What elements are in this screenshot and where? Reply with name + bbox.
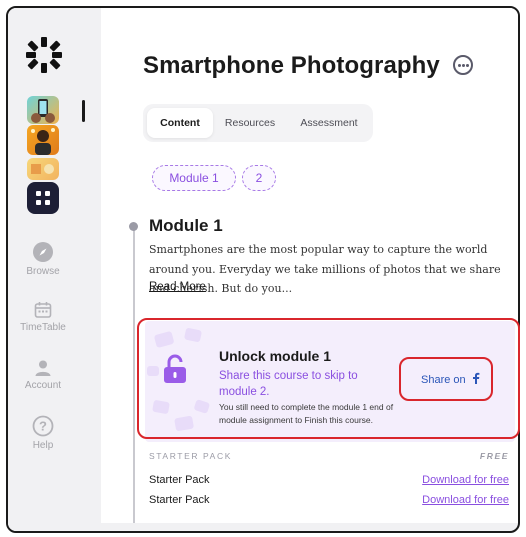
tab-resources[interactable]: Resources — [217, 108, 283, 138]
starter-pack-header: STARTER PACK FREE — [149, 451, 509, 461]
list-item: Starter Pack Download for free — [149, 474, 509, 486]
sidebar: Browse TimeTable Account ? Help — [8, 8, 96, 531]
starter-pack-name: Starter Pack — [149, 474, 210, 486]
nav-browse[interactable]: Browse — [8, 241, 78, 277]
grid-dot — [45, 200, 50, 205]
annotation-highlight-share-button — [399, 357, 493, 401]
download-link[interactable]: Download for free — [422, 494, 509, 506]
person-image-icon — [31, 128, 55, 155]
nav-timetable[interactable]: TimeTable — [8, 301, 78, 333]
user-icon — [35, 360, 51, 376]
module-pill-2[interactable]: 2 — [242, 165, 276, 191]
svg-text:?: ? — [39, 419, 47, 434]
active-course-indicator — [82, 100, 85, 122]
timeline-dot — [129, 222, 138, 231]
logo-icon — [26, 37, 62, 73]
phone-image-icon — [31, 99, 55, 123]
more-dot — [461, 64, 465, 67]
read-more-link[interactable]: Read More — [149, 281, 206, 293]
main-panel: Smartphone Photography Content Resources… — [101, 8, 518, 523]
free-badge: FREE — [479, 451, 509, 461]
help-icon: ? — [32, 415, 54, 437]
nav-browse-label: Browse — [26, 266, 60, 277]
grid-dot — [36, 200, 41, 205]
more-dot — [457, 64, 461, 67]
compass-icon — [33, 242, 53, 262]
nav-timetable-label: TimeTable — [20, 322, 66, 333]
starter-pack-title: STARTER PACK — [149, 451, 232, 461]
course-thumbnail-person[interactable] — [27, 125, 59, 155]
tab-assessment[interactable]: Assessment — [289, 108, 369, 138]
tab-bar: Content Resources Assessment — [143, 104, 373, 142]
module-title: Module 1 — [149, 216, 223, 235]
more-dot — [465, 64, 469, 67]
grid-dot — [36, 191, 41, 196]
page-title: Smartphone Photography — [143, 52, 440, 79]
module-pill-1[interactable]: Module 1 — [152, 165, 236, 191]
tab-content[interactable]: Content — [147, 108, 213, 138]
course-thumbnail-shapes[interactable] — [27, 158, 59, 180]
course-thumbnail-phone[interactable] — [27, 96, 59, 124]
grid-dot — [45, 191, 50, 196]
calendar-icon — [34, 302, 52, 318]
more-options-button[interactable] — [453, 55, 473, 75]
apps-grid-button[interactable] — [27, 182, 59, 214]
starter-pack-name: Starter Pack — [149, 494, 210, 506]
nav-help-label: Help — [32, 440, 54, 451]
nav-account-label: Account — [24, 380, 62, 391]
shapes-image-icon — [31, 164, 54, 174]
app-window: Browse TimeTable Account ? Help Smartpho… — [6, 6, 520, 533]
download-link[interactable]: Download for free — [422, 474, 509, 486]
nav-account[interactable]: Account — [8, 359, 78, 391]
nav-help[interactable]: ? Help — [8, 415, 78, 451]
timeline-line — [133, 226, 135, 523]
list-item: Starter Pack Download for free — [149, 494, 509, 506]
